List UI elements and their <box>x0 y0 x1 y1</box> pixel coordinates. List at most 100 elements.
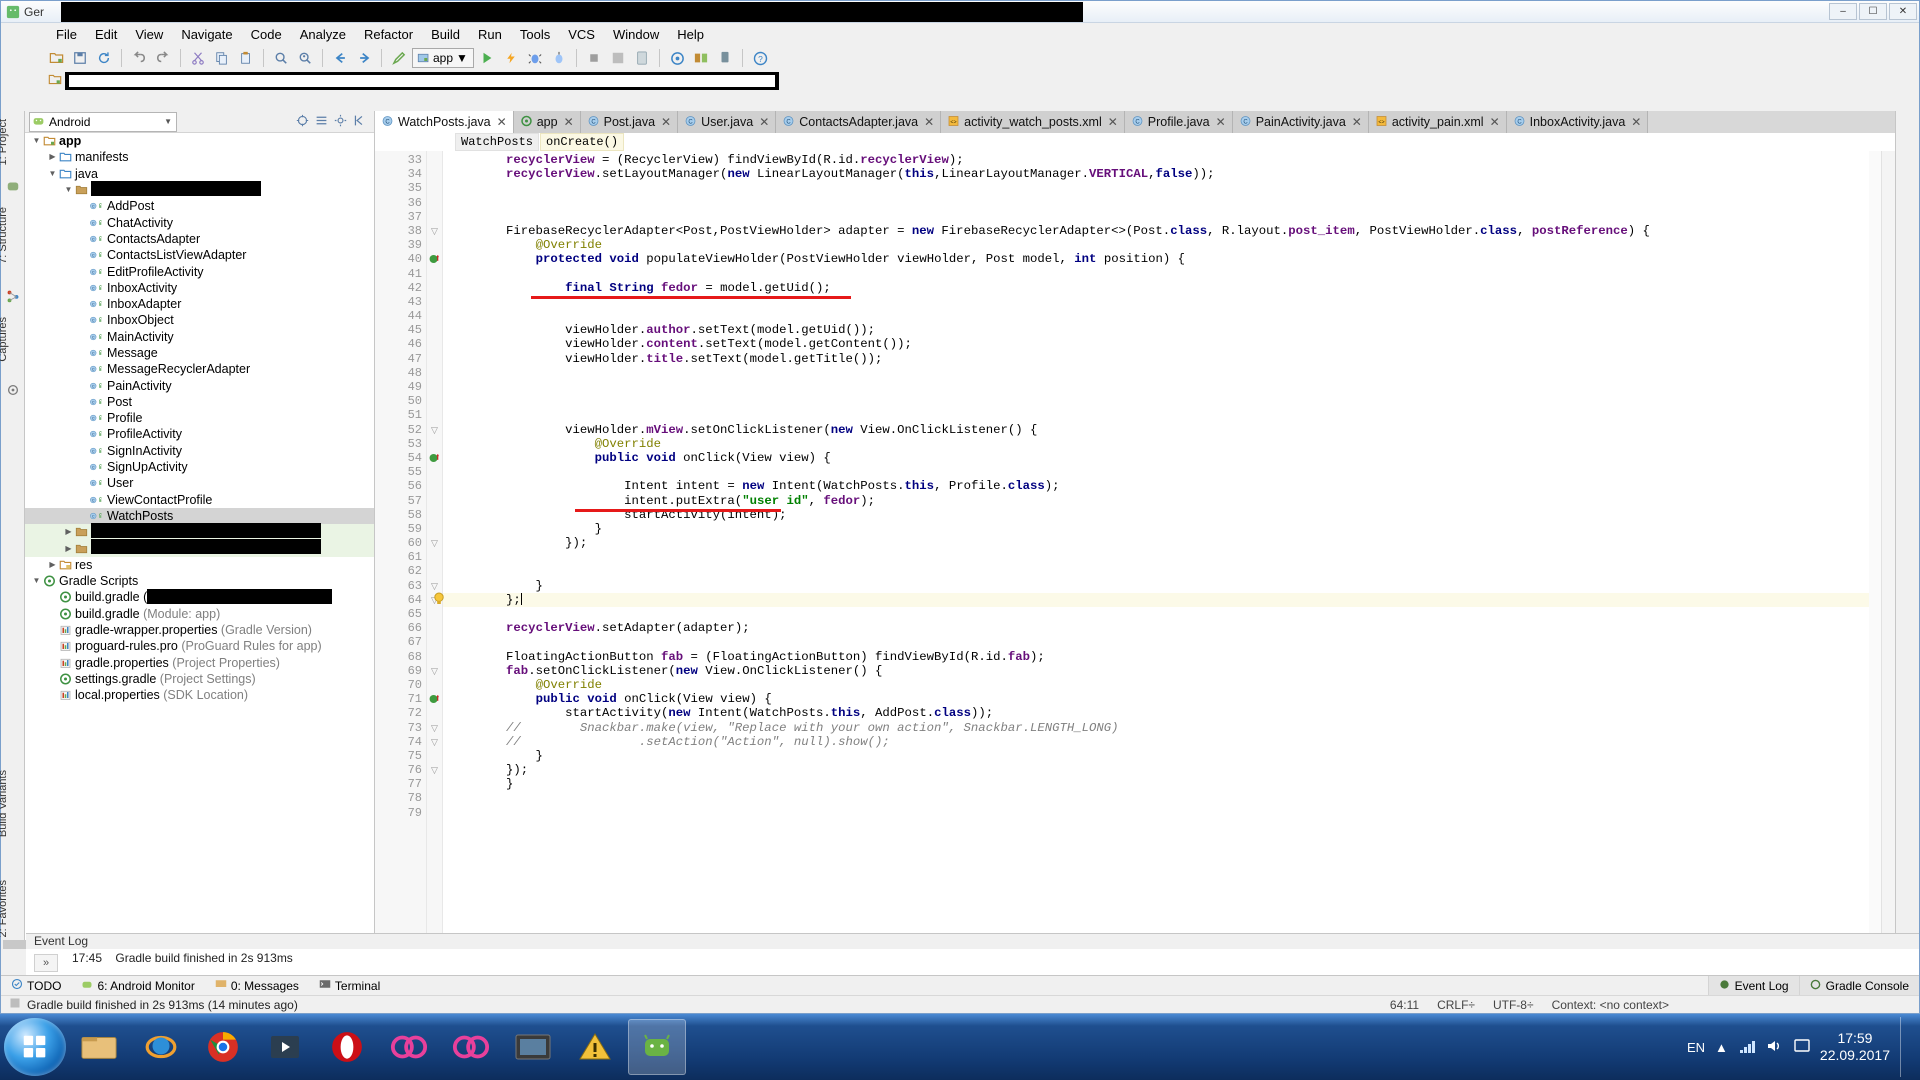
line-number[interactable]: 79 <box>375 806 426 820</box>
project-tree[interactable]: ▼ app ▶ manifests ▼ java ▼ C AddPost C ChatActivit… <box>25 133 374 949</box>
tree-expand-arrow-icon[interactable]: ▶ <box>47 149 58 165</box>
network-icon[interactable] <box>1738 1038 1756 1057</box>
taskbar-item-warning[interactable] <box>566 1019 624 1075</box>
tree-node[interactable]: ▼ java <box>25 166 374 182</box>
code-line[interactable]: // Snackbar.make(view, "Replace with you… <box>443 721 1895 735</box>
line-number[interactable]: 70 <box>375 678 426 692</box>
line-number[interactable]: 68 <box>375 650 426 664</box>
action-center-icon[interactable] <box>1794 1038 1810 1057</box>
close-icon[interactable]: ✕ <box>922 115 934 129</box>
taskbar-item-app-pink[interactable] <box>380 1019 438 1075</box>
code-line[interactable]: protected void populateViewHolder(PostVi… <box>443 252 1895 266</box>
code-line[interactable] <box>443 394 1895 408</box>
code-line[interactable]: } <box>443 522 1895 536</box>
code-line[interactable] <box>443 309 1895 323</box>
run-icon[interactable] <box>476 47 498 69</box>
menu-refactor[interactable]: Refactor <box>355 25 422 44</box>
line-number[interactable]: 39 <box>375 238 426 252</box>
gradle-sync-icon[interactable] <box>607 47 629 69</box>
stop-icon[interactable] <box>583 47 605 69</box>
tree-expand-arrow-icon[interactable]: ▶ <box>63 524 74 540</box>
code-line[interactable]: @Override <box>443 238 1895 252</box>
toolbutton-android-monitor[interactable]: 6: Android Monitor <box>71 976 204 996</box>
menu-build[interactable]: Build <box>422 25 469 44</box>
tree-node[interactable]: C Post <box>25 394 374 410</box>
code-fold-toggle[interactable]: ▽ <box>427 536 442 550</box>
override-marker-icon[interactable] <box>429 253 440 269</box>
code-fold-toggle[interactable]: ▽ <box>427 763 442 777</box>
tree-node[interactable]: ▶ res <box>25 557 374 573</box>
code-line[interactable] <box>443 366 1895 380</box>
tree-node[interactable]: C PainActivity <box>25 377 374 393</box>
tree-node[interactable]: local.properties (SDK Location) <box>25 687 374 703</box>
editor-tab[interactable]: C WatchPosts.java ✕ <box>375 111 514 133</box>
line-number[interactable]: 56 <box>375 479 426 493</box>
tree-node[interactable]: C WatchPosts <box>25 507 374 525</box>
line-separator-indicator[interactable]: CRLF÷ <box>1437 998 1475 1012</box>
code-line[interactable] <box>443 380 1895 394</box>
close-icon[interactable]: ✕ <box>1350 115 1362 129</box>
close-icon[interactable]: ✕ <box>1629 115 1641 129</box>
structure-tab-icon[interactable] <box>6 289 20 306</box>
code-line[interactable] <box>443 267 1895 281</box>
captures-tab-icon[interactable] <box>6 383 20 400</box>
code-fold-toggle[interactable]: ▽ <box>427 579 442 593</box>
right-toolbuttons[interactable]: Event Log Gradle Console <box>1707 975 1919 996</box>
right-toolwindow-strip[interactable] <box>1895 111 1919 949</box>
run-configuration-selector[interactable]: app ▼ <box>412 48 474 68</box>
maximize-button[interactable]: ☐ <box>1859 3 1887 20</box>
line-number[interactable]: 64 <box>375 593 426 607</box>
collapse-all-icon[interactable] <box>315 114 328 130</box>
line-number[interactable]: 49 <box>375 380 426 394</box>
code-line[interactable]: @Override <box>443 678 1895 692</box>
close-icon[interactable]: ✕ <box>1106 115 1118 129</box>
code-fold-toggle[interactable]: ▽ <box>427 664 442 678</box>
avd-manager-icon[interactable] <box>631 47 653 69</box>
menubar[interactable]: File Edit View Navigate Code Analyze Ref… <box>1 23 1919 45</box>
tree-node[interactable]: C Profile <box>25 410 374 426</box>
intention-bulb-icon[interactable] <box>433 592 445 609</box>
toolbutton-todo[interactable]: TODO <box>1 976 71 996</box>
code-line[interactable] <box>443 791 1895 805</box>
tree-expand-arrow-icon[interactable]: ▶ <box>47 557 58 573</box>
menu-file[interactable]: File <box>47 25 86 44</box>
code-line[interactable] <box>443 465 1895 479</box>
line-number[interactable]: 48 <box>375 366 426 380</box>
tree-node[interactable]: ▼ app <box>25 133 374 149</box>
line-number[interactable]: 73 <box>375 721 426 735</box>
code-line[interactable]: } <box>443 749 1895 763</box>
tree-node[interactable]: C AddPost <box>25 198 374 214</box>
menu-analyze[interactable]: Analyze <box>291 25 355 44</box>
encoding-indicator[interactable]: UTF-8÷ <box>1493 998 1534 1012</box>
line-number[interactable]: 45 <box>375 323 426 337</box>
event-log-expand-button[interactable]: » <box>34 954 58 972</box>
line-number[interactable]: 33 <box>375 153 426 167</box>
code-line[interactable] <box>443 806 1895 820</box>
line-number[interactable]: 71 <box>375 692 440 706</box>
tree-expand-arrow-icon[interactable]: ▶ <box>63 541 74 557</box>
toolbutton-event-log[interactable]: Event Log <box>1707 975 1799 996</box>
code-line[interactable]: viewHolder.author.setText(model.getUid()… <box>443 323 1895 337</box>
taskbar-item-internet-explorer[interactable] <box>132 1019 190 1075</box>
taskbar-item-media-player[interactable] <box>256 1019 314 1075</box>
code-line[interactable]: viewHolder.content.setText(model.getCont… <box>443 337 1895 351</box>
chevron-down-icon[interactable]: ▼ <box>456 51 468 65</box>
toolbutton-gradle-console[interactable]: Gradle Console <box>1798 975 1919 996</box>
editor-tab[interactable]: <> activity_pain.xml ✕ <box>1368 111 1507 133</box>
attach-debugger-icon[interactable] <box>548 47 570 69</box>
copy-icon[interactable] <box>211 47 233 69</box>
menu-help[interactable]: Help <box>668 25 713 44</box>
tree-expand-arrow-icon[interactable]: ▼ <box>31 133 42 149</box>
editor-vscrollbar[interactable] <box>1881 151 1895 949</box>
hide-panel-icon[interactable] <box>353 114 366 130</box>
windows-taskbar[interactable]: EN ▲ 17:59 22.09.2017 <box>0 1014 1920 1080</box>
line-number[interactable]: 51 <box>375 408 426 422</box>
code-line[interactable] <box>443 607 1895 621</box>
open-folder-icon[interactable] <box>45 47 67 69</box>
show-desktop-button[interactable] <box>1900 1017 1910 1077</box>
line-number[interactable]: 44 <box>375 309 426 323</box>
tree-node[interactable]: C ContactsListViewAdapter <box>25 247 374 263</box>
editor-tab[interactable]: C Post.java ✕ <box>580 111 679 133</box>
tree-node[interactable]: ▶ <box>25 539 374 557</box>
toolwindow-tab-captures[interactable]: Captures <box>0 313 21 366</box>
